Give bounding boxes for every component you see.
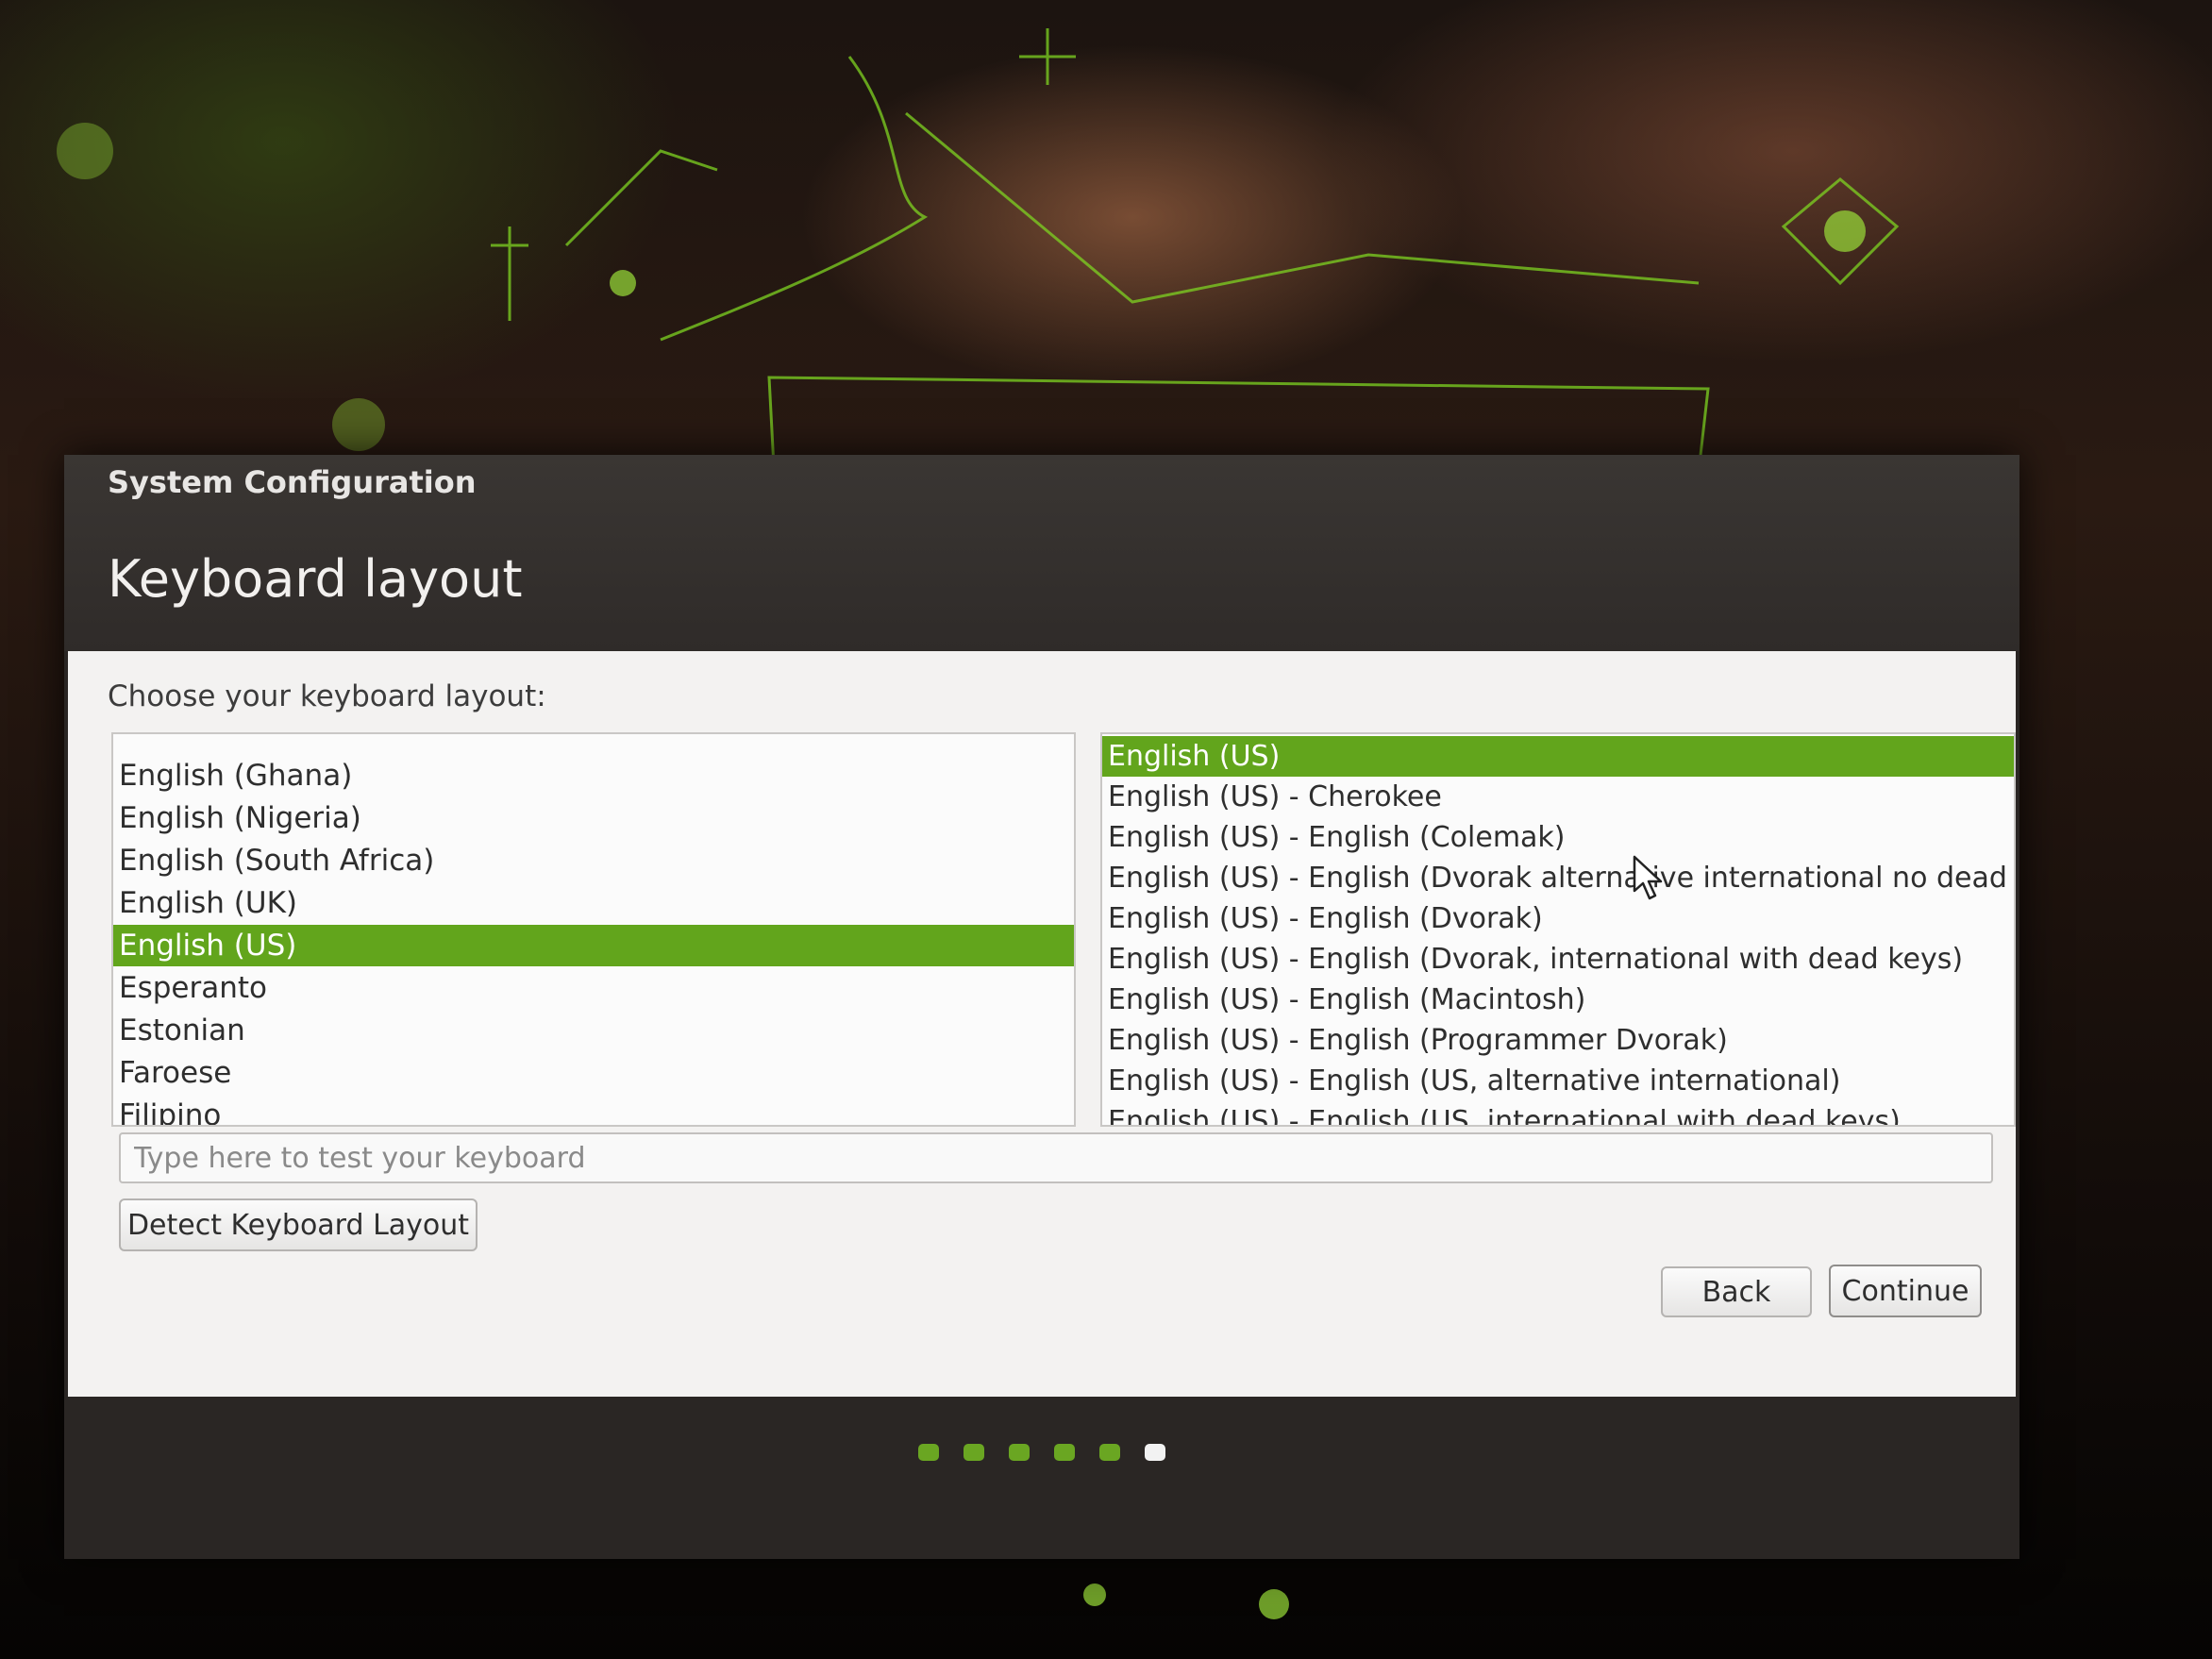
layout-prompt-label: Choose your keyboard layout: — [108, 679, 546, 713]
variant-item[interactable]: English (US) - English (Dvorak) — [1102, 898, 2014, 939]
list-item-partial — [113, 734, 1074, 753]
list-item[interactable]: Estonian — [113, 1010, 1074, 1051]
dialog-content: Choose your keyboard layout: English (Gh… — [68, 651, 2016, 1397]
variant-item[interactable]: English (US) - English (Dvorak alternati… — [1102, 858, 2014, 898]
list-item-selected[interactable]: English (US) — [113, 925, 1074, 966]
variant-item-selected[interactable]: English (US) — [1102, 736, 2014, 777]
list-item[interactable]: Faroese — [113, 1052, 1074, 1094]
system-configuration-dialog: System Configuration Keyboard layout Cho… — [64, 455, 2019, 1559]
list-item[interactable]: Filipino — [113, 1095, 1074, 1125]
list-item[interactable]: English (UK) — [113, 882, 1074, 924]
list-item[interactable]: English (South Africa) — [113, 840, 1074, 881]
page-title: Keyboard layout — [108, 549, 523, 609]
dialog-header: System Configuration Keyboard layout — [64, 455, 2019, 651]
mouse-pointer-icon — [1633, 855, 1663, 900]
progress-dot — [1099, 1444, 1120, 1461]
continue-button[interactable]: Continue — [1829, 1265, 1982, 1317]
keyboard-layout-list[interactable]: English (Ghana) English (Nigeria) Englis… — [111, 732, 1076, 1127]
variant-item[interactable]: English (US) - English (US, internationa… — [1102, 1101, 2014, 1125]
variant-item[interactable]: English (US) - Cherokee — [1102, 777, 2014, 817]
variant-item[interactable]: English (US) - English (Dvorak, internat… — [1102, 939, 2014, 980]
detect-keyboard-layout-button[interactable]: Detect Keyboard Layout — [119, 1198, 478, 1251]
keyboard-test-input[interactable] — [119, 1132, 1993, 1183]
list-item[interactable]: English (Nigeria) — [113, 797, 1074, 839]
list-item[interactable]: Esperanto — [113, 967, 1074, 1009]
progress-dot — [1009, 1444, 1030, 1461]
progress-dot — [1054, 1444, 1075, 1461]
variant-item[interactable]: English (US) - English (Programmer Dvora… — [1102, 1020, 2014, 1061]
progress-dot-current — [1145, 1444, 1165, 1461]
step-progress-indicator — [64, 1444, 2019, 1472]
back-button[interactable]: Back — [1661, 1266, 1812, 1317]
progress-dot — [918, 1444, 939, 1461]
list-item[interactable]: English (Ghana) — [113, 755, 1074, 796]
progress-dot — [964, 1444, 984, 1461]
variant-item[interactable]: English (US) - English (US, alternative … — [1102, 1061, 2014, 1101]
keyboard-variant-list[interactable]: English (US) English (US) - Cherokee Eng… — [1100, 732, 2016, 1127]
variant-item[interactable]: English (US) - English (Colemak) — [1102, 817, 2014, 858]
variant-item[interactable]: English (US) - English (Macintosh) — [1102, 980, 2014, 1020]
window-title: System Configuration — [108, 464, 477, 500]
